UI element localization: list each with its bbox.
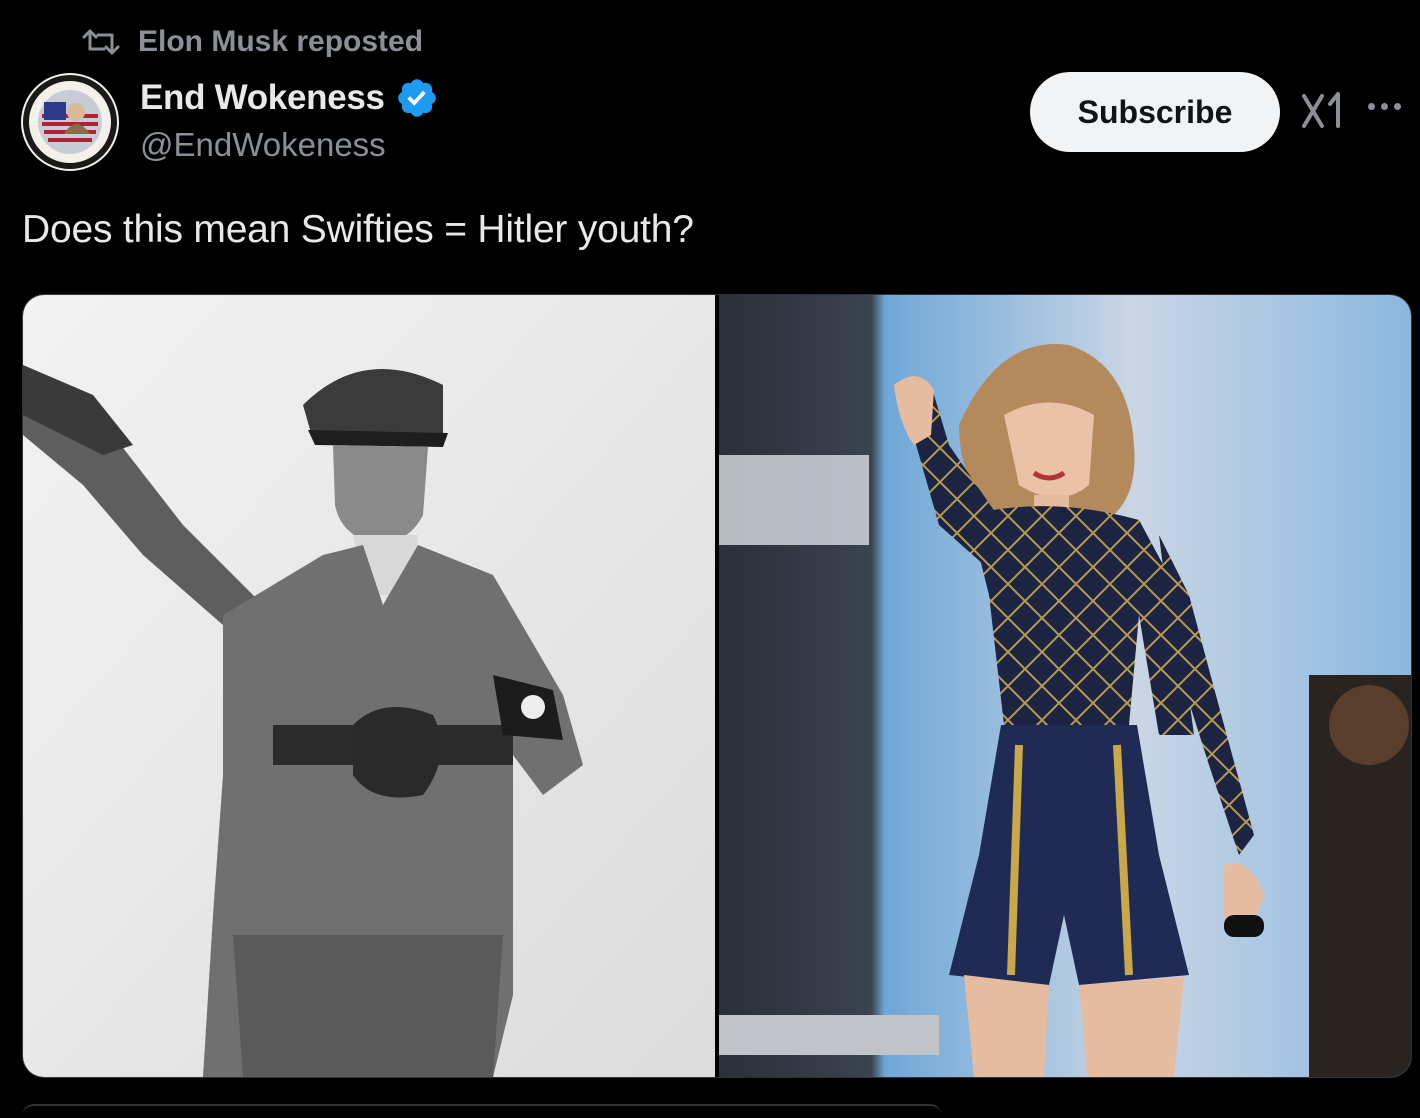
author-name[interactable]: End Wokeness (140, 78, 385, 118)
left-image[interactable] (23, 295, 715, 1077)
repost-label: Elon Musk reposted (138, 25, 424, 58)
subscribe-button[interactable]: Subscribe (1030, 72, 1280, 152)
post-text: Does this mean Swifties = Hitler youth? (22, 208, 694, 251)
avatar-badge-icon (21, 73, 119, 171)
more-icon[interactable] (1368, 96, 1412, 116)
repost-indicator[interactable]: Elon Musk reposted (82, 24, 423, 60)
avatar[interactable] (20, 72, 120, 172)
repost-icon (82, 29, 120, 55)
author-name-row[interactable]: End Wokeness (140, 76, 439, 120)
grok-icon[interactable] (1300, 90, 1346, 132)
author-handle[interactable]: @EndWokeness (140, 126, 386, 164)
verified-badge-icon (397, 79, 436, 117)
media-grid (22, 294, 1412, 1078)
right-image[interactable] (719, 295, 1411, 1077)
